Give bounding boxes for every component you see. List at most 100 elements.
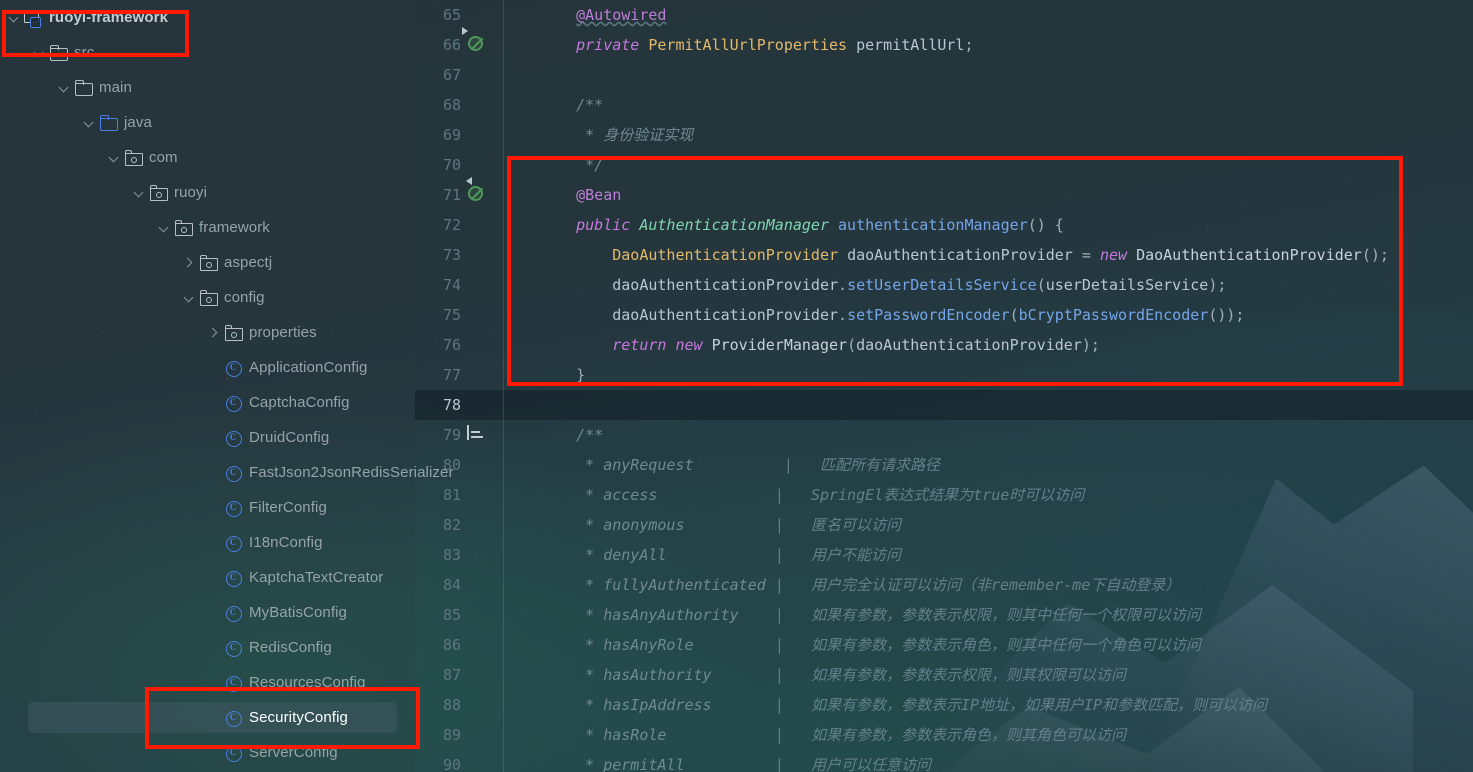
editor-line[interactable]: 87 * hasAuthority | 如果有参数，参数表示权限，则其权限可以访… [415, 660, 1473, 690]
chevron-right-icon[interactable] [206, 325, 222, 341]
line-number: 88 [442, 696, 461, 714]
module-icon [24, 9, 42, 28]
chevron-down-icon[interactable] [81, 115, 97, 131]
tree-item[interactable]: java [0, 105, 415, 140]
editor-line[interactable]: 75 daoAuthenticationProvider.setPassword… [415, 300, 1473, 330]
chevron-down-icon[interactable] [106, 150, 122, 166]
package-icon [224, 324, 243, 342]
code-editor[interactable]: 65 @Autowired 66 private PermitAllUrlProp… [415, 0, 1473, 772]
editor-line[interactable]: 83 * denyAll | 用户不能访问 [415, 540, 1473, 570]
tree-item[interactable]: C MyBatisConfig [0, 595, 415, 630]
tree-item[interactable]: C CaptchaConfig [0, 385, 415, 420]
tree-item-label: FilterConfig [249, 499, 327, 516]
editor-line[interactable]: 73 DaoAuthenticationProvider daoAuthenti… [415, 240, 1473, 270]
chevron-down-icon[interactable] [56, 80, 72, 96]
editor-line[interactable]: 81 * access | SpringEl表达式结果为true时可以访问 [415, 480, 1473, 510]
tree-item[interactable]: ruoyi-framework [0, 0, 415, 35]
tree-item[interactable]: aspectj [0, 245, 415, 280]
line-number: 76 [442, 336, 461, 354]
tree-item[interactable]: C DruidConfig [0, 420, 415, 455]
tree-item[interactable]: config [0, 280, 415, 315]
tree-item[interactable]: ruoyi [0, 175, 415, 210]
editor-line[interactable]: 85 * hasAnyAuthority | 如果有参数，参数表示权限，则其中任… [415, 600, 1473, 630]
java-class-icon: C [224, 394, 242, 412]
editor-line[interactable]: 66 private PermitAllUrlProperties permit… [415, 27, 1473, 60]
line-number: 83 [442, 546, 461, 564]
tree-item[interactable]: C ApplicationConfig [0, 350, 415, 385]
editor-line[interactable]: 77 } [415, 360, 1473, 390]
tree-item[interactable]: framework [0, 210, 415, 245]
editor-line-list[interactable]: 65 @Autowired 66 private PermitAllUrlProp… [415, 0, 1473, 772]
line-number: 65 [442, 6, 461, 24]
bean-impl-icon[interactable] [466, 177, 487, 205]
editor-line[interactable]: 70 */ [415, 150, 1473, 180]
editor-line[interactable]: 86 * hasAnyRole | 如果有参数，参数表示角色，则其中任何一个角色… [415, 630, 1473, 660]
code-text: return new ProviderManager(daoAuthentica… [612, 336, 1100, 354]
editor-line[interactable]: 74 daoAuthenticationProvider.setUserDeta… [415, 270, 1473, 300]
tree-item-label: RedisConfig [249, 639, 332, 656]
project-tree-panel[interactable]: ruoyi-framework src main java com ruoyi framew… [0, 0, 453, 772]
tree-item-label: CaptchaConfig [249, 394, 350, 411]
code-text: * fullyAuthenticated | 用户完全认证可以访问（非remem… [585, 576, 1181, 594]
chevron-down-icon[interactable] [131, 185, 147, 201]
tree-item-label: src [74, 44, 95, 61]
editor-line[interactable]: 79 /** [415, 420, 1473, 450]
line-number: 69 [442, 126, 461, 144]
tree-item-label: com [149, 149, 178, 166]
editor-line[interactable]: 65 @Autowired [415, 0, 1473, 30]
tree-item[interactable]: C ServerConfig [0, 735, 415, 770]
bean-icon[interactable] [462, 27, 487, 55]
editor-line[interactable]: 68 /** [415, 90, 1473, 120]
editor-line[interactable]: 80 * anyRequest | 匹配所有请求路径 [415, 450, 1473, 480]
tree-item[interactable]: C FilterConfig [0, 490, 415, 525]
tree-item-label: MyBatisConfig [249, 604, 348, 621]
chevron-down-icon[interactable] [156, 220, 172, 236]
line-number: 86 [442, 636, 461, 654]
chevron-right-icon[interactable] [181, 255, 197, 271]
code-text: daoAuthenticationProvider.setUserDetails… [612, 276, 1227, 294]
tree-item[interactable]: src [0, 35, 415, 70]
editor-line[interactable]: 67 [415, 60, 1473, 90]
package-icon [124, 149, 143, 167]
code-text: * anyRequest | 匹配所有请求路径 [585, 456, 940, 474]
java-class-icon: C [224, 464, 242, 482]
chevron-down-icon[interactable] [181, 290, 197, 306]
editor-line[interactable]: 72 public AuthenticationManager authenti… [415, 210, 1473, 240]
folder-icon [49, 44, 68, 62]
tree-item[interactable]: C RedisConfig [0, 630, 415, 665]
code-text: private PermitAllUrlProperties permitAll… [576, 36, 974, 54]
editor-line[interactable]: 84 * fullyAuthenticated | 用户完全认证可以访问（非re… [415, 570, 1473, 600]
editor-line[interactable]: 69 * 身份验证实现 [415, 120, 1473, 150]
editor-line[interactable]: 76 return new ProviderManager(daoAuthent… [415, 330, 1473, 360]
editor-line[interactable]: 78 [415, 390, 1473, 420]
line-number: 68 [442, 96, 461, 114]
line-number: 75 [442, 306, 461, 324]
tree-item-label: ruoyi-framework [49, 9, 169, 26]
java-class-icon: C [224, 359, 242, 377]
line-number: 71 [442, 186, 461, 204]
tree-item[interactable]: com [0, 140, 415, 175]
tree-item-selected[interactable]: C SecurityConfig [0, 700, 415, 735]
editor-line[interactable]: 88 * hasIpAddress | 如果有参数，参数表示IP地址，如果用户I… [415, 690, 1473, 720]
line-number: 73 [442, 246, 461, 264]
line-number: 77 [442, 366, 461, 384]
tree-item[interactable]: main [0, 70, 415, 105]
editor-line[interactable]: 90 * permitAll | 用户可以任意访问 [415, 750, 1473, 772]
doc-fold-icon[interactable] [467, 425, 487, 445]
chevron-down-icon[interactable] [31, 45, 47, 61]
editor-line[interactable]: 71 @Bean [415, 177, 1473, 210]
editor-line[interactable]: 82 * anonymous | 匿名可以访问 [415, 510, 1473, 540]
code-text: @Autowired [576, 6, 667, 24]
code-text: * hasAnyRole | 如果有参数，参数表示角色，则其中任何一个角色可以访… [585, 636, 1201, 654]
tree-item[interactable]: C I18nConfig [0, 525, 415, 560]
tree-item-label: FastJson2JsonRedisSerializer [249, 464, 454, 481]
tree-item[interactable]: C ResourcesConfig [0, 665, 415, 700]
tree-item[interactable]: properties [0, 315, 415, 350]
java-class-icon: C [224, 709, 242, 727]
tree-item-label: aspectj [224, 254, 273, 271]
java-class-icon: C [224, 674, 242, 692]
tree-item[interactable]: C FastJson2JsonRedisSerializer [0, 455, 453, 490]
chevron-down-icon[interactable] [6, 10, 22, 26]
editor-line[interactable]: 89 * hasRole | 如果有参数，参数表示角色，则其角色可以访问 [415, 720, 1473, 750]
tree-item[interactable]: C KaptchaTextCreator [0, 560, 415, 595]
